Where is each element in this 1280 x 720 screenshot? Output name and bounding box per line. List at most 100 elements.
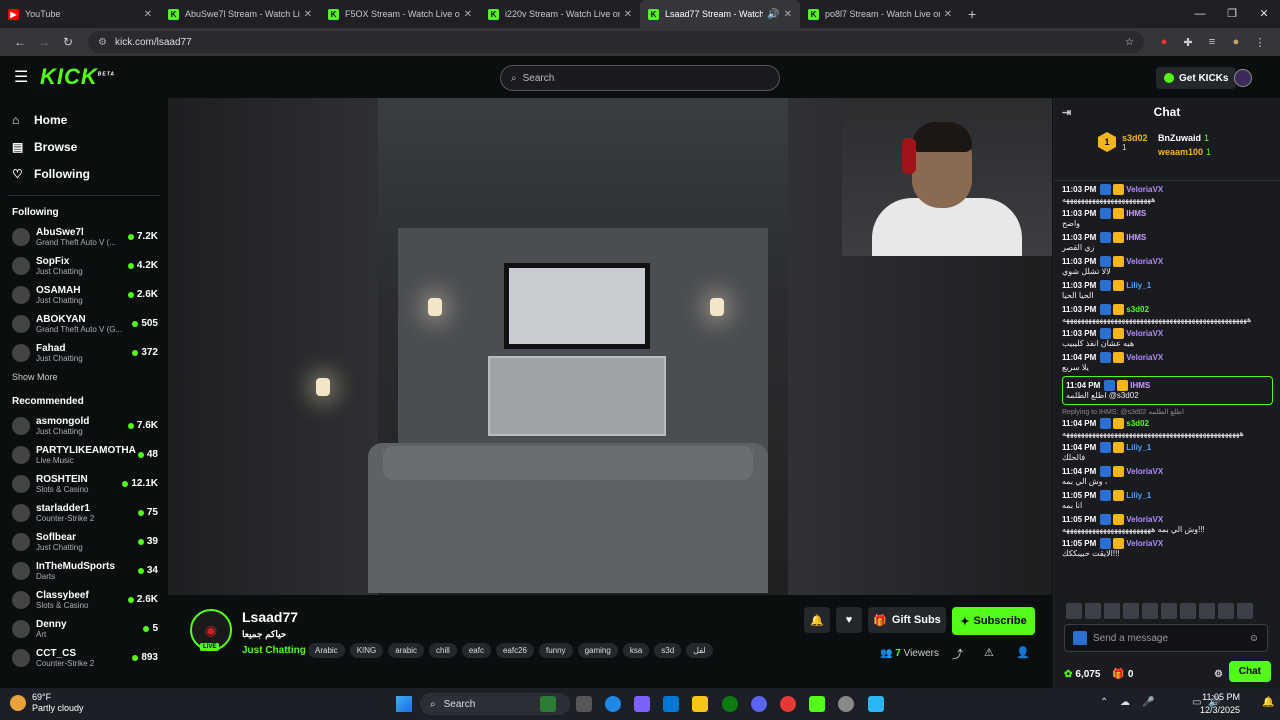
- kicks-balance[interactable]: 6,075: [1075, 669, 1100, 680]
- chat-username[interactable]: IHMS: [1126, 233, 1146, 243]
- chat-username[interactable]: IHMS: [1126, 209, 1146, 219]
- app-icon[interactable]: [868, 696, 884, 712]
- channel-item[interactable]: Denny Art 5: [0, 614, 168, 643]
- chat-username[interactable]: VeloriaVX: [1126, 185, 1163, 195]
- chat-message[interactable]: 11:03 PM VeloriaVX هيه عشان انفذ كليبيب: [1062, 328, 1273, 349]
- tag-chip[interactable]: funny: [538, 643, 573, 658]
- chat-message[interactable]: 11:03 PM IHMS واضح: [1062, 208, 1273, 229]
- reload-icon[interactable]: ↻: [56, 35, 80, 49]
- chat-message[interactable]: 11:03 PM VeloriaVX لالا تشلل شوي: [1062, 256, 1273, 277]
- chat-message[interactable]: 11:03 PM s3d02 ههههههههههههههههههههههههههه…: [1062, 304, 1273, 325]
- discord-icon[interactable]: [751, 696, 767, 712]
- chat-message[interactable]: 11:04 PM VeloriaVX وش الي بمه ،: [1062, 466, 1273, 487]
- tag-chip[interactable]: s3d: [654, 643, 682, 658]
- tag-chip[interactable]: لفل: [686, 643, 713, 658]
- url-field[interactable]: ⚙ kick.com/lsaad77 ☆: [88, 31, 1144, 53]
- kick-logo[interactable]: KICKBETA: [40, 64, 115, 90]
- chat-username[interactable]: Liliy_1: [1126, 281, 1151, 291]
- app-icon[interactable]: [838, 696, 854, 712]
- emote[interactable]: [1142, 603, 1158, 619]
- channel-item[interactable]: CCT_CS Counter-Strike 2 893: [0, 643, 168, 672]
- bell-icon[interactable]: 🔔: [804, 607, 830, 633]
- chat-message[interactable]: 11:05 PM VeloriaVX وش الي بمه هههههههههههه…: [1062, 514, 1273, 535]
- emote[interactable]: [1237, 603, 1253, 619]
- back-icon[interactable]: ←: [8, 35, 32, 49]
- channel-item[interactable]: Fahad Just Chatting 372: [0, 338, 168, 367]
- search-input[interactable]: ⌕ Search: [500, 65, 780, 91]
- edge-icon[interactable]: [605, 696, 621, 712]
- close-icon[interactable]: ✕: [464, 9, 472, 20]
- tree-widget-icon[interactable]: [540, 696, 556, 712]
- emote[interactable]: [1085, 603, 1101, 619]
- site-info-icon[interactable]: ⚙: [98, 37, 107, 48]
- task-view-icon[interactable]: [576, 696, 592, 712]
- emote[interactable]: [1218, 603, 1234, 619]
- menu-kebab-icon[interactable]: ⋮: [1248, 36, 1272, 49]
- sidebar-item-browse[interactable]: ▤ Browse: [0, 133, 168, 160]
- chat-messages[interactable]: 11:03 PM VeloriaVX ههههههههههههههههههههههه…: [1054, 184, 1280, 604]
- tab-f5ox[interactable]: K F5OX Stream - Watch Live on K ✕: [320, 0, 480, 28]
- channel-item[interactable]: Classybeef Slots & Casino 2.6K: [0, 585, 168, 614]
- close-window-icon[interactable]: ✕: [1248, 0, 1280, 28]
- new-tab-button[interactable]: +: [968, 6, 976, 22]
- gifts-count[interactable]: 0: [1128, 669, 1134, 680]
- channel-item[interactable]: PARTYLIKEAMOTHA Live Music 48: [0, 440, 168, 469]
- chat-message-input[interactable]: Send a message ☺: [1064, 624, 1268, 652]
- channel-item[interactable]: ABOKYAN Grand Theft Auto V (G... 505: [0, 309, 168, 338]
- tag-chip[interactable]: ksa: [622, 643, 650, 658]
- gift-subs-button[interactable]: 🎁 Gift Subs: [868, 607, 946, 633]
- show-more-link[interactable]: Show More: [0, 367, 168, 387]
- report-icon[interactable]: ⚠: [984, 646, 994, 659]
- add-user-icon[interactable]: 👤: [1016, 646, 1030, 659]
- weather-widget[interactable]: 69°F Partly cloudy: [10, 692, 84, 714]
- chat-message[interactable]: 11:04 PM s3d02 ههههههههههههههههههههههههههه…: [1062, 418, 1273, 439]
- chat-username[interactable]: VeloriaVX: [1126, 467, 1163, 477]
- chat-username[interactable]: VeloriaVX: [1126, 515, 1163, 525]
- extension-icon[interactable]: ●: [1152, 36, 1176, 48]
- chat-message[interactable]: 11:03 PM Liliy_1 الحيا الحيا: [1062, 280, 1273, 301]
- chat-username[interactable]: Liliy_1: [1126, 443, 1151, 453]
- follow-heart-icon[interactable]: ♥: [836, 607, 862, 633]
- channel-item[interactable]: ROSHTEIN Slots & Casino 12.1K: [0, 469, 168, 498]
- emote[interactable]: [1104, 603, 1120, 619]
- chat-message[interactable]: 11:05 PM VeloriaVX الايقت حبيبككك!!!: [1062, 538, 1273, 559]
- subscribe-button[interactable]: ✦ Subscribe: [952, 607, 1035, 635]
- xbox-icon[interactable]: [722, 696, 738, 712]
- chrome-icon[interactable]: [780, 696, 796, 712]
- tag-chip[interactable]: gaming: [577, 643, 618, 658]
- channel-item[interactable]: Soflbear Just Chatting 39: [0, 527, 168, 556]
- collapse-chat-icon[interactable]: ⇥: [1062, 106, 1071, 119]
- gifter-item[interactable]: BnZuwaid 1: [1158, 131, 1211, 145]
- send-chat-button[interactable]: Chat: [1228, 661, 1271, 682]
- video-player[interactable]: [168, 98, 1052, 595]
- tab-abuswe7l[interactable]: K AbuSwe7l Stream - Watch Live ✕: [160, 0, 320, 28]
- channel-item[interactable]: asmongold Just Chatting 7.6K: [0, 411, 168, 440]
- extensions-puzzle-icon[interactable]: ✚: [1176, 36, 1200, 49]
- channel-item[interactable]: starladder1 Counter-Strike 2 75: [0, 498, 168, 527]
- windows-start-icon[interactable]: [396, 696, 412, 712]
- chat-username[interactable]: IHMS: [1130, 381, 1150, 391]
- channel-item[interactable]: OSAMAH Just Chatting 2.6K: [0, 280, 168, 309]
- tag-chip[interactable]: chill: [429, 643, 457, 658]
- kick-app-icon[interactable]: [809, 696, 825, 712]
- bookmark-star-icon[interactable]: ☆: [1125, 37, 1134, 48]
- media-icon[interactable]: ≡: [1200, 36, 1224, 48]
- microphone-icon[interactable]: 🎤: [1142, 697, 1154, 708]
- chat-message[interactable]: 11:04 PM VeloriaVX يلا سريع: [1062, 352, 1273, 373]
- chat-message[interactable]: 11:04 PM IHMS اطلع الطلمه @s3d02: [1062, 376, 1273, 405]
- chat-message[interactable]: 11:03 PM IHMS زي القصر: [1062, 232, 1273, 253]
- emote[interactable]: [1123, 603, 1139, 619]
- chat-username[interactable]: VeloriaVX: [1126, 257, 1163, 267]
- channel-item[interactable]: AbuSwe7l Grand Theft Auto V (... 7.2K: [0, 222, 168, 251]
- chat-message[interactable]: 11:05 PM Liliy_1 انا بمه: [1062, 490, 1273, 511]
- tab-youtube[interactable]: ▶ YouTube ✕: [0, 0, 160, 28]
- tag-chip[interactable]: Arabic: [308, 643, 345, 658]
- tag-chip[interactable]: arabic: [388, 643, 425, 658]
- tab-po8l7[interactable]: Kpo8l7 Stream - Watch Live on K ✕: [800, 0, 960, 28]
- sidebar-item-home[interactable]: ⌂ Home: [0, 106, 168, 133]
- top-gifter[interactable]: 1 s3d02 1: [1098, 132, 1148, 152]
- clock[interactable]: 11:05 PM 12/3/2025: [1200, 691, 1240, 717]
- store-icon[interactable]: [663, 696, 679, 712]
- close-icon[interactable]: ✕: [624, 9, 632, 20]
- chat-username[interactable]: VeloriaVX: [1126, 353, 1163, 363]
